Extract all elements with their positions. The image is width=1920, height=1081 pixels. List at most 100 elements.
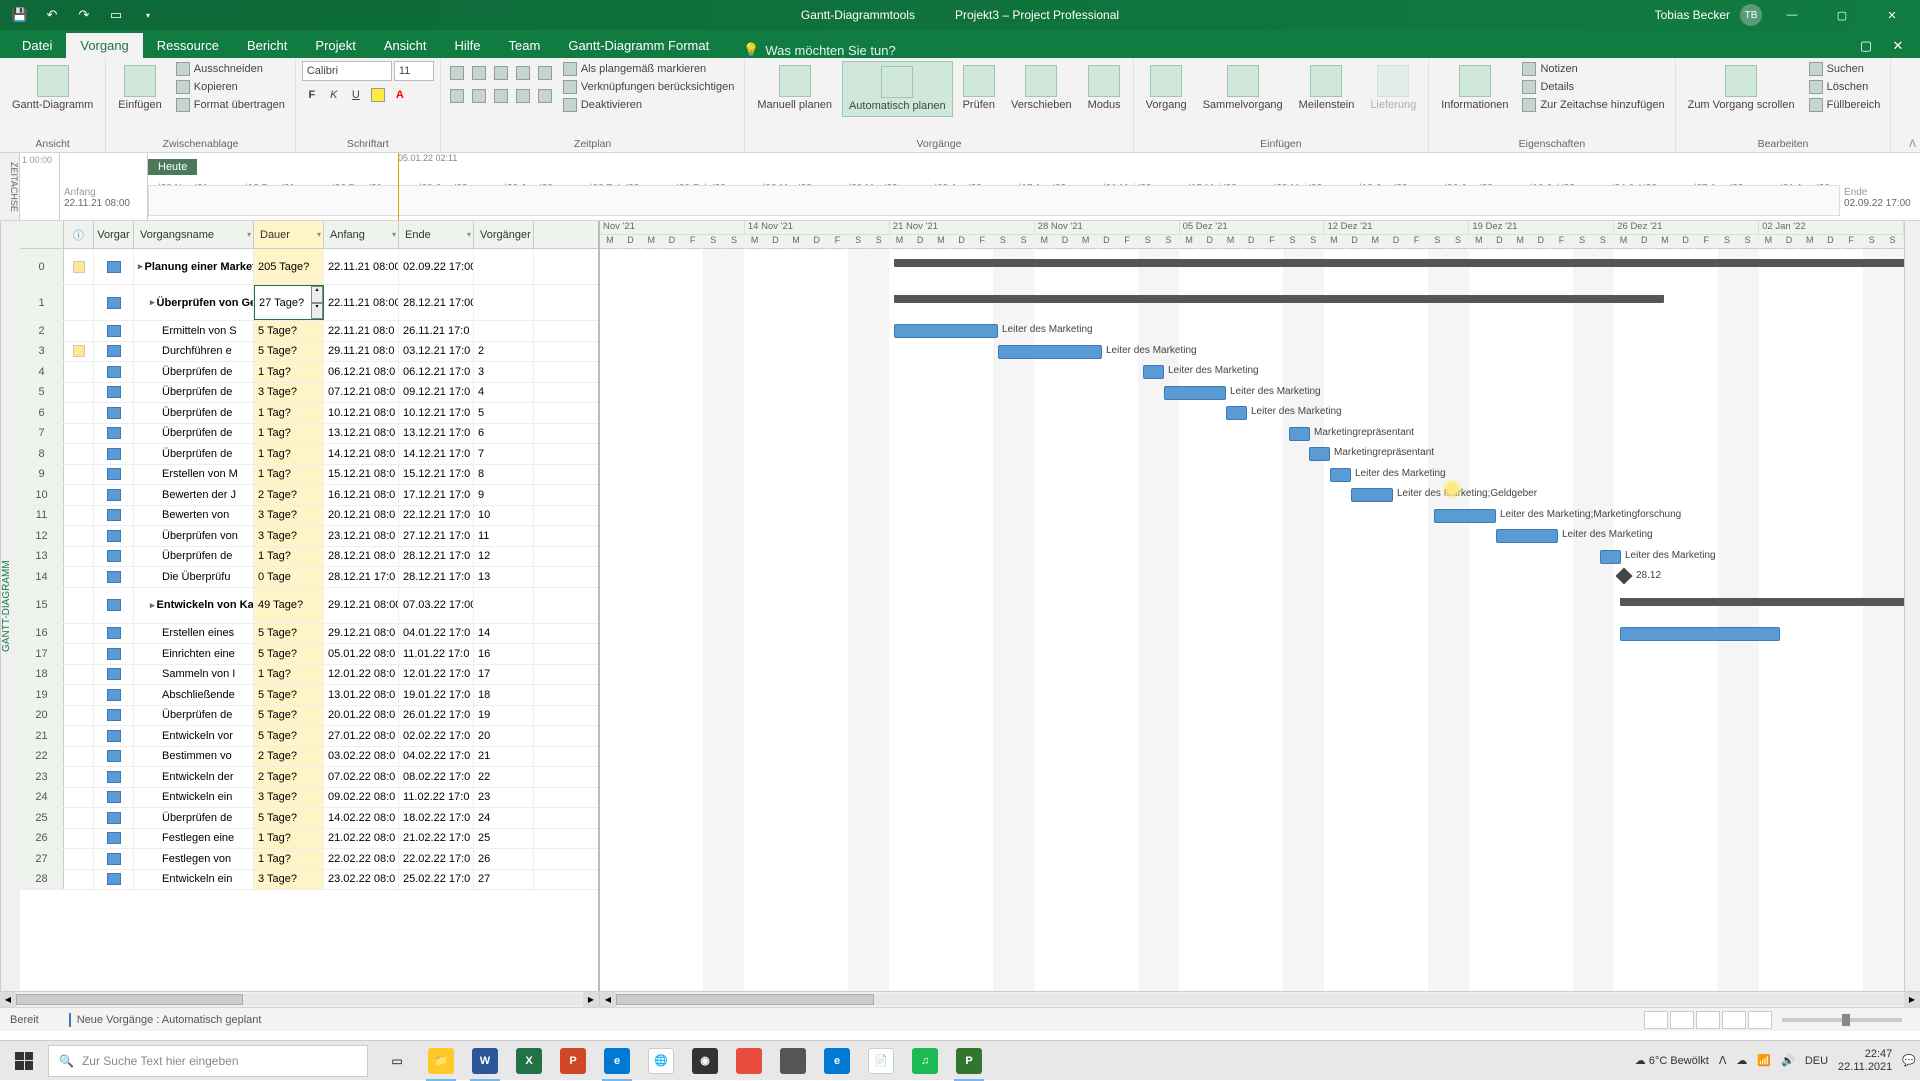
language-indicator[interactable]: DEU (1805, 1055, 1828, 1067)
cell[interactable]: 12 (20, 526, 64, 546)
cell[interactable]: 03.02.22 08:0 (324, 747, 399, 767)
cell[interactable] (64, 342, 94, 362)
tab-bericht[interactable]: Bericht (233, 33, 301, 58)
cell[interactable]: 14 (20, 567, 64, 587)
table-row[interactable]: 7Überprüfen de1 Tag?13.12.21 08:013.12.2… (20, 424, 598, 445)
cell[interactable]: 5 (20, 383, 64, 403)
cell[interactable] (94, 665, 134, 685)
cell[interactable] (64, 665, 94, 685)
cell[interactable]: 8 (474, 465, 534, 485)
table-row[interactable]: 22Bestimmen vo2 Tage?03.02.22 08:004.02.… (20, 747, 598, 768)
cell[interactable]: 1 Tag? (254, 403, 324, 423)
cell[interactable]: 07.12.21 08:0 (324, 383, 399, 403)
cell[interactable]: 13 (20, 547, 64, 567)
cell[interactable]: 0 (20, 249, 64, 284)
cell[interactable]: Überprüfen de (134, 444, 254, 464)
cell[interactable]: 5 Tage? (254, 624, 324, 644)
onedrive-icon[interactable]: ☁ (1736, 1054, 1747, 1067)
cell[interactable]: Bewerten von (134, 506, 254, 526)
cell[interactable]: 1 (20, 285, 64, 320)
bold-button[interactable]: F (302, 86, 322, 104)
cell[interactable]: 205 Tage? (254, 249, 324, 284)
cell[interactable]: 1 Tag? (254, 465, 324, 485)
cell[interactable]: 1 Tag? (254, 665, 324, 685)
cell[interactable]: Festlegen von (134, 849, 254, 869)
pct-25-button[interactable] (469, 64, 489, 82)
timeline-heute[interactable]: Heute (148, 159, 197, 175)
cell[interactable]: 03.12.21 17:0 (399, 342, 474, 362)
cell[interactable]: 18 (20, 665, 64, 685)
cell[interactable]: 2 (20, 321, 64, 341)
cell[interactable]: 5 (474, 403, 534, 423)
cell[interactable]: 3 Tage? (254, 788, 324, 808)
cell[interactable] (94, 383, 134, 403)
cell[interactable]: Entwickeln der (134, 767, 254, 787)
copy-button[interactable]: Kopieren (172, 79, 289, 95)
cell[interactable] (64, 249, 94, 284)
cell[interactable]: 21.02.22 17:0 (399, 829, 474, 849)
cell[interactable]: 27.12.21 17:0 (399, 526, 474, 546)
pct-0-button[interactable] (447, 64, 467, 82)
cell[interactable]: Überprüfen de (134, 424, 254, 444)
link-button[interactable] (491, 87, 511, 105)
cell[interactable]: 24 (20, 788, 64, 808)
inspect-button[interactable]: Prüfen (957, 61, 1001, 115)
table-row[interactable]: 28Entwickeln ein3 Tage?23.02.22 08:025.0… (20, 870, 598, 891)
task-bar[interactable] (1620, 627, 1780, 641)
cell[interactable] (64, 644, 94, 664)
table-row[interactable]: 8Überprüfen de1 Tag?14.12.21 08:014.12.2… (20, 444, 598, 465)
cell[interactable]: 28.12.21 17:0 (399, 547, 474, 567)
cell[interactable] (94, 624, 134, 644)
cell[interactable] (94, 321, 134, 341)
close-button[interactable]: ✕ (1872, 0, 1912, 30)
cell[interactable] (64, 547, 94, 567)
col-header-indicator[interactable]: ⓘ (64, 221, 94, 248)
cell[interactable]: 5 Tage? (254, 644, 324, 664)
pct-75-button[interactable] (513, 64, 533, 82)
powerpoint-icon[interactable]: P (552, 1041, 594, 1081)
cell[interactable]: 27 Tage?▴▾ (254, 285, 324, 320)
taskbar-search[interactable]: 🔍Zur Suche Text hier eingeben (48, 1045, 368, 1077)
underline-button[interactable]: U (346, 86, 366, 104)
cell[interactable]: 12 (474, 547, 534, 567)
cut-button[interactable]: Ausschneiden (172, 61, 289, 77)
explorer-icon[interactable]: 📁 (420, 1041, 462, 1081)
fill-button[interactable]: Füllbereich (1805, 97, 1885, 113)
cell[interactable]: 28.12.21 08:0 (324, 547, 399, 567)
cell[interactable]: 28.12.21 17:00 (399, 285, 474, 320)
cell[interactable]: 27 (20, 849, 64, 869)
excel-icon[interactable]: X (508, 1041, 550, 1081)
cell[interactable]: 20.01.22 08:0 (324, 706, 399, 726)
cell[interactable]: 19 (474, 706, 534, 726)
table-row[interactable]: 14Die Überprüfu0 Tage28.12.21 17:028.12.… (20, 567, 598, 588)
tray-chevron-icon[interactable]: ᐱ (1719, 1054, 1727, 1067)
cell[interactable]: Überprüfen de (134, 403, 254, 423)
cell[interactable]: 22.02.22 08:0 (324, 849, 399, 869)
cell[interactable]: 28 (20, 870, 64, 890)
cell[interactable]: 5 Tage? (254, 342, 324, 362)
cell[interactable] (64, 444, 94, 464)
cell[interactable]: 3 (20, 342, 64, 362)
task-view-icon[interactable]: ▭ (376, 1041, 418, 1081)
cell[interactable] (64, 465, 94, 485)
table-row[interactable]: 26Festlegen eine1 Tag?21.02.22 08:021.02… (20, 829, 598, 850)
volume-icon[interactable]: 🔊 (1781, 1054, 1795, 1067)
cell[interactable] (64, 706, 94, 726)
cell[interactable] (94, 747, 134, 767)
cell[interactable]: Bestimmen vo (134, 747, 254, 767)
cell[interactable]: 18.02.22 17:0 (399, 808, 474, 828)
tab-hilfe[interactable]: Hilfe (441, 33, 495, 58)
pct-50-button[interactable] (491, 64, 511, 82)
cell[interactable]: 2 Tage? (254, 485, 324, 505)
cell[interactable] (94, 444, 134, 464)
cell[interactable]: 16 (474, 644, 534, 664)
summary-bar[interactable] (894, 259, 1904, 267)
cell[interactable]: Entwickeln vor (134, 726, 254, 746)
cell[interactable] (94, 424, 134, 444)
maximize-button[interactable]: ▢ (1822, 0, 1862, 30)
tell-me-search[interactable]: 💡 Was möchten Sie tun? (743, 42, 896, 58)
cell[interactable]: 11.02.22 17:0 (399, 788, 474, 808)
obs-icon[interactable]: ◉ (684, 1041, 726, 1081)
cell[interactable] (94, 808, 134, 828)
cell[interactable]: 5 Tage? (254, 685, 324, 705)
